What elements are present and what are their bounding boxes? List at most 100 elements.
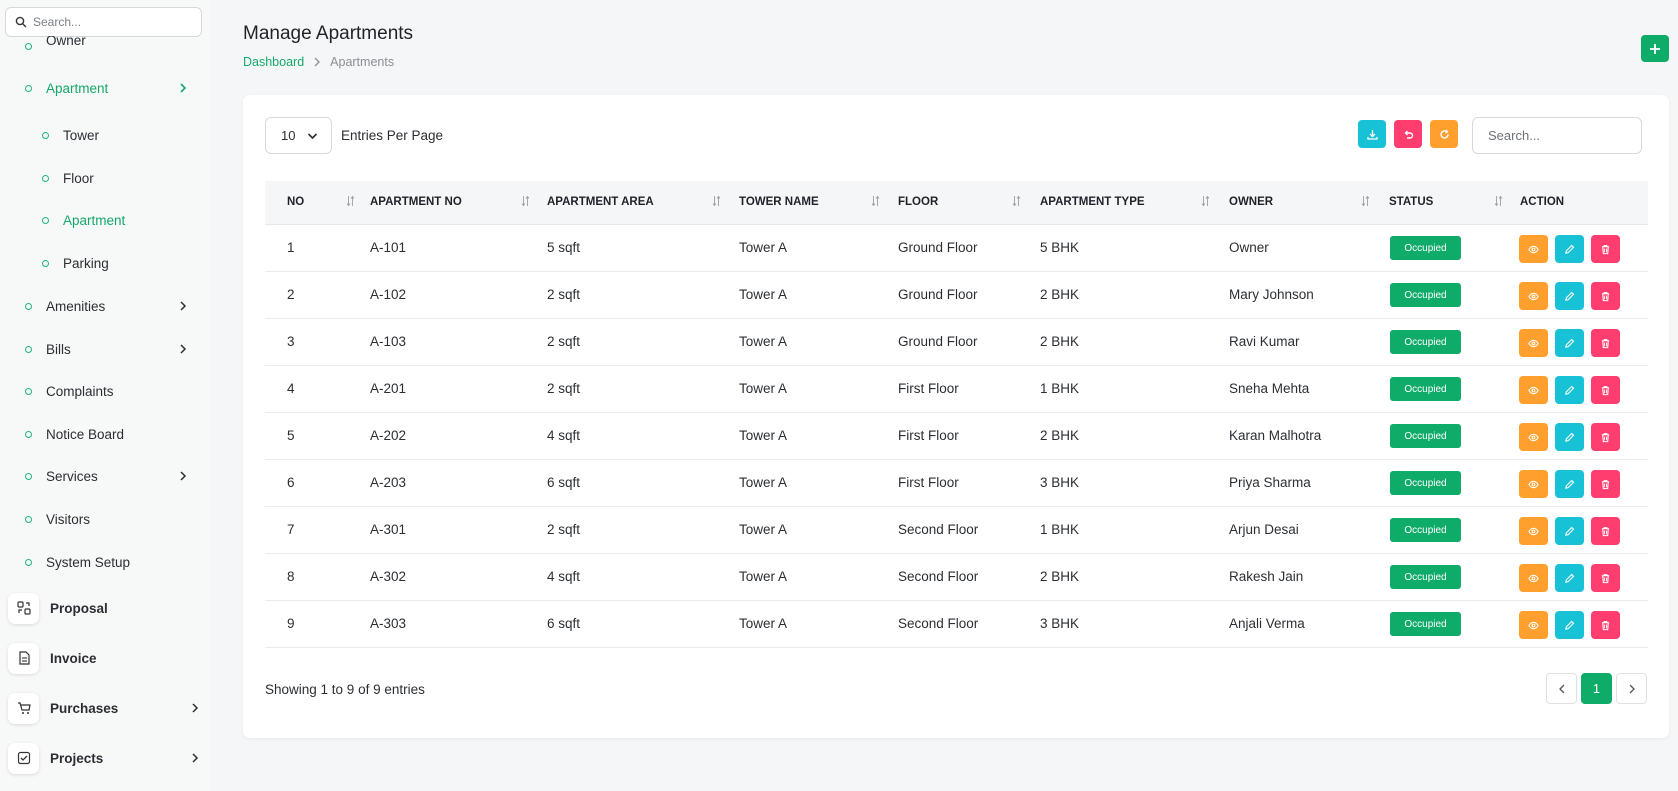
eye-icon	[1528, 574, 1539, 582]
sidebar-group-projects[interactable]: Projects	[8, 741, 208, 775]
delete-button[interactable]	[1591, 235, 1620, 263]
edit-button[interactable]	[1555, 282, 1584, 310]
edit-button[interactable]	[1555, 564, 1584, 592]
sidebar-item-apartment-group[interactable]: Apartment	[0, 73, 200, 103]
pencil-icon	[1565, 338, 1575, 348]
chevron-right-icon	[1629, 684, 1635, 693]
sidebar-item-complaints[interactable]: Complaints	[0, 376, 200, 406]
proposal-icon	[8, 592, 39, 624]
delete-button[interactable]	[1591, 564, 1620, 592]
sidebar-group-label: Projects	[50, 750, 104, 766]
column-header-apartment-area: APARTMENT AREA	[547, 196, 654, 208]
view-button[interactable]	[1519, 564, 1548, 592]
table-row: 3 A-103 2 sqft Tower A Ground Floor 2 BH…	[265, 319, 1648, 366]
sidebar-subitem-floor[interactable]: Floor	[0, 163, 200, 193]
delete-button[interactable]	[1591, 423, 1620, 451]
sidebar-item-visitors[interactable]: Visitors	[0, 504, 200, 534]
cell-apartment-area: 2 sqft	[547, 287, 581, 302]
view-button[interactable]	[1519, 282, 1548, 310]
page-title: Manage Apartments	[243, 23, 414, 44]
pagination-page-button[interactable]: 1	[1581, 673, 1612, 704]
sort-icon[interactable]	[1012, 195, 1021, 207]
pagination-next-button[interactable]	[1616, 673, 1647, 704]
sidebar-search-input[interactable]	[33, 15, 193, 29]
cell-apartment-type: 3 BHK	[1040, 475, 1080, 490]
pagination-prev-button[interactable]	[1546, 673, 1577, 704]
sidebar-subitem-parking[interactable]: Parking	[0, 248, 200, 278]
cell-apartment-area: 2 sqft	[547, 334, 581, 349]
breadcrumb-dashboard-link[interactable]: Dashboard	[243, 55, 304, 69]
pagination: 1	[1546, 673, 1647, 704]
pencil-icon	[1565, 244, 1575, 254]
view-button[interactable]	[1519, 611, 1548, 639]
edit-button[interactable]	[1555, 376, 1584, 404]
sidebar-subitem-apartment[interactable]: Apartment	[0, 205, 200, 235]
trash-icon	[1601, 526, 1610, 536]
edit-button[interactable]	[1555, 235, 1584, 263]
cell-apartment-no: A-202	[370, 428, 407, 443]
sidebar-group-purchases[interactable]: Purchases	[8, 691, 208, 725]
column-header-floor: FLOOR	[898, 196, 939, 208]
view-button[interactable]	[1519, 517, 1548, 545]
status-badge: Occupied	[1390, 283, 1461, 307]
view-button[interactable]	[1519, 235, 1548, 263]
plus-icon	[1650, 43, 1660, 54]
edit-button[interactable]	[1555, 611, 1584, 639]
delete-button[interactable]	[1591, 376, 1620, 404]
delete-button[interactable]	[1591, 329, 1620, 357]
sidebar-item-owner[interactable]: Owner	[0, 36, 200, 56]
eye-icon	[1528, 292, 1539, 300]
cell-floor: Second Floor	[898, 569, 979, 584]
apartments-card: 10 Entries Per Page NO APARTMENT NO APAR…	[243, 95, 1669, 738]
sidebar-item-services[interactable]: Services	[0, 461, 200, 491]
view-button[interactable]	[1519, 423, 1548, 451]
view-button[interactable]	[1519, 329, 1548, 357]
sidebar-item-notice-board[interactable]: Notice Board	[0, 419, 200, 449]
edit-button[interactable]	[1555, 470, 1584, 498]
table-search-input[interactable]	[1472, 117, 1642, 154]
sidebar-item-amenities[interactable]: Amenities	[0, 291, 200, 321]
cell-floor: First Floor	[898, 428, 959, 443]
sort-icon[interactable]	[1361, 195, 1370, 207]
sort-icon[interactable]	[346, 195, 355, 207]
pencil-icon	[1565, 620, 1575, 630]
download-button[interactable]	[1358, 120, 1386, 148]
delete-button[interactable]	[1591, 611, 1620, 639]
sidebar-group-proposal[interactable]: Proposal	[8, 591, 208, 625]
sort-icon[interactable]	[1494, 195, 1503, 207]
sidebar-group-invoice[interactable]: Invoice	[8, 641, 208, 675]
refresh-icon	[1439, 129, 1449, 139]
bullet-icon	[42, 259, 49, 267]
cell-floor: First Floor	[898, 475, 959, 490]
bullet-icon	[25, 472, 32, 480]
entries-per-page-select[interactable]: 10	[265, 117, 332, 154]
cell-apartment-type: 2 BHK	[1040, 569, 1080, 584]
sort-icon[interactable]	[521, 195, 530, 207]
add-apartment-button[interactable]	[1641, 35, 1669, 62]
sidebar-item-system-setup[interactable]: System Setup	[0, 547, 200, 577]
sidebar-search[interactable]	[5, 7, 202, 37]
edit-button[interactable]	[1555, 423, 1584, 451]
sort-icon[interactable]	[871, 195, 880, 207]
sort-icon[interactable]	[1201, 195, 1210, 207]
bullet-icon	[25, 84, 32, 92]
sidebar-item-label: Services	[46, 468, 98, 484]
trash-icon	[1601, 620, 1610, 630]
refresh-button[interactable]	[1430, 120, 1458, 148]
sidebar-item-bills[interactable]: Bills	[0, 334, 200, 364]
edit-button[interactable]	[1555, 329, 1584, 357]
reset-button[interactable]	[1394, 120, 1422, 148]
eye-icon	[1528, 527, 1539, 535]
delete-button[interactable]	[1591, 470, 1620, 498]
entries-per-page-label: Entries Per Page	[341, 128, 444, 143]
table-row: 6 A-203 6 sqft Tower A First Floor 3 BHK…	[265, 460, 1648, 507]
sidebar-subitem-tower[interactable]: Tower	[0, 120, 200, 150]
delete-button[interactable]	[1591, 282, 1620, 310]
cell-owner: Arjun Desai	[1229, 522, 1299, 537]
status-badge: Occupied	[1390, 330, 1461, 354]
view-button[interactable]	[1519, 376, 1548, 404]
view-button[interactable]	[1519, 470, 1548, 498]
edit-button[interactable]	[1555, 517, 1584, 545]
delete-button[interactable]	[1591, 517, 1620, 545]
sort-icon[interactable]	[712, 195, 721, 207]
